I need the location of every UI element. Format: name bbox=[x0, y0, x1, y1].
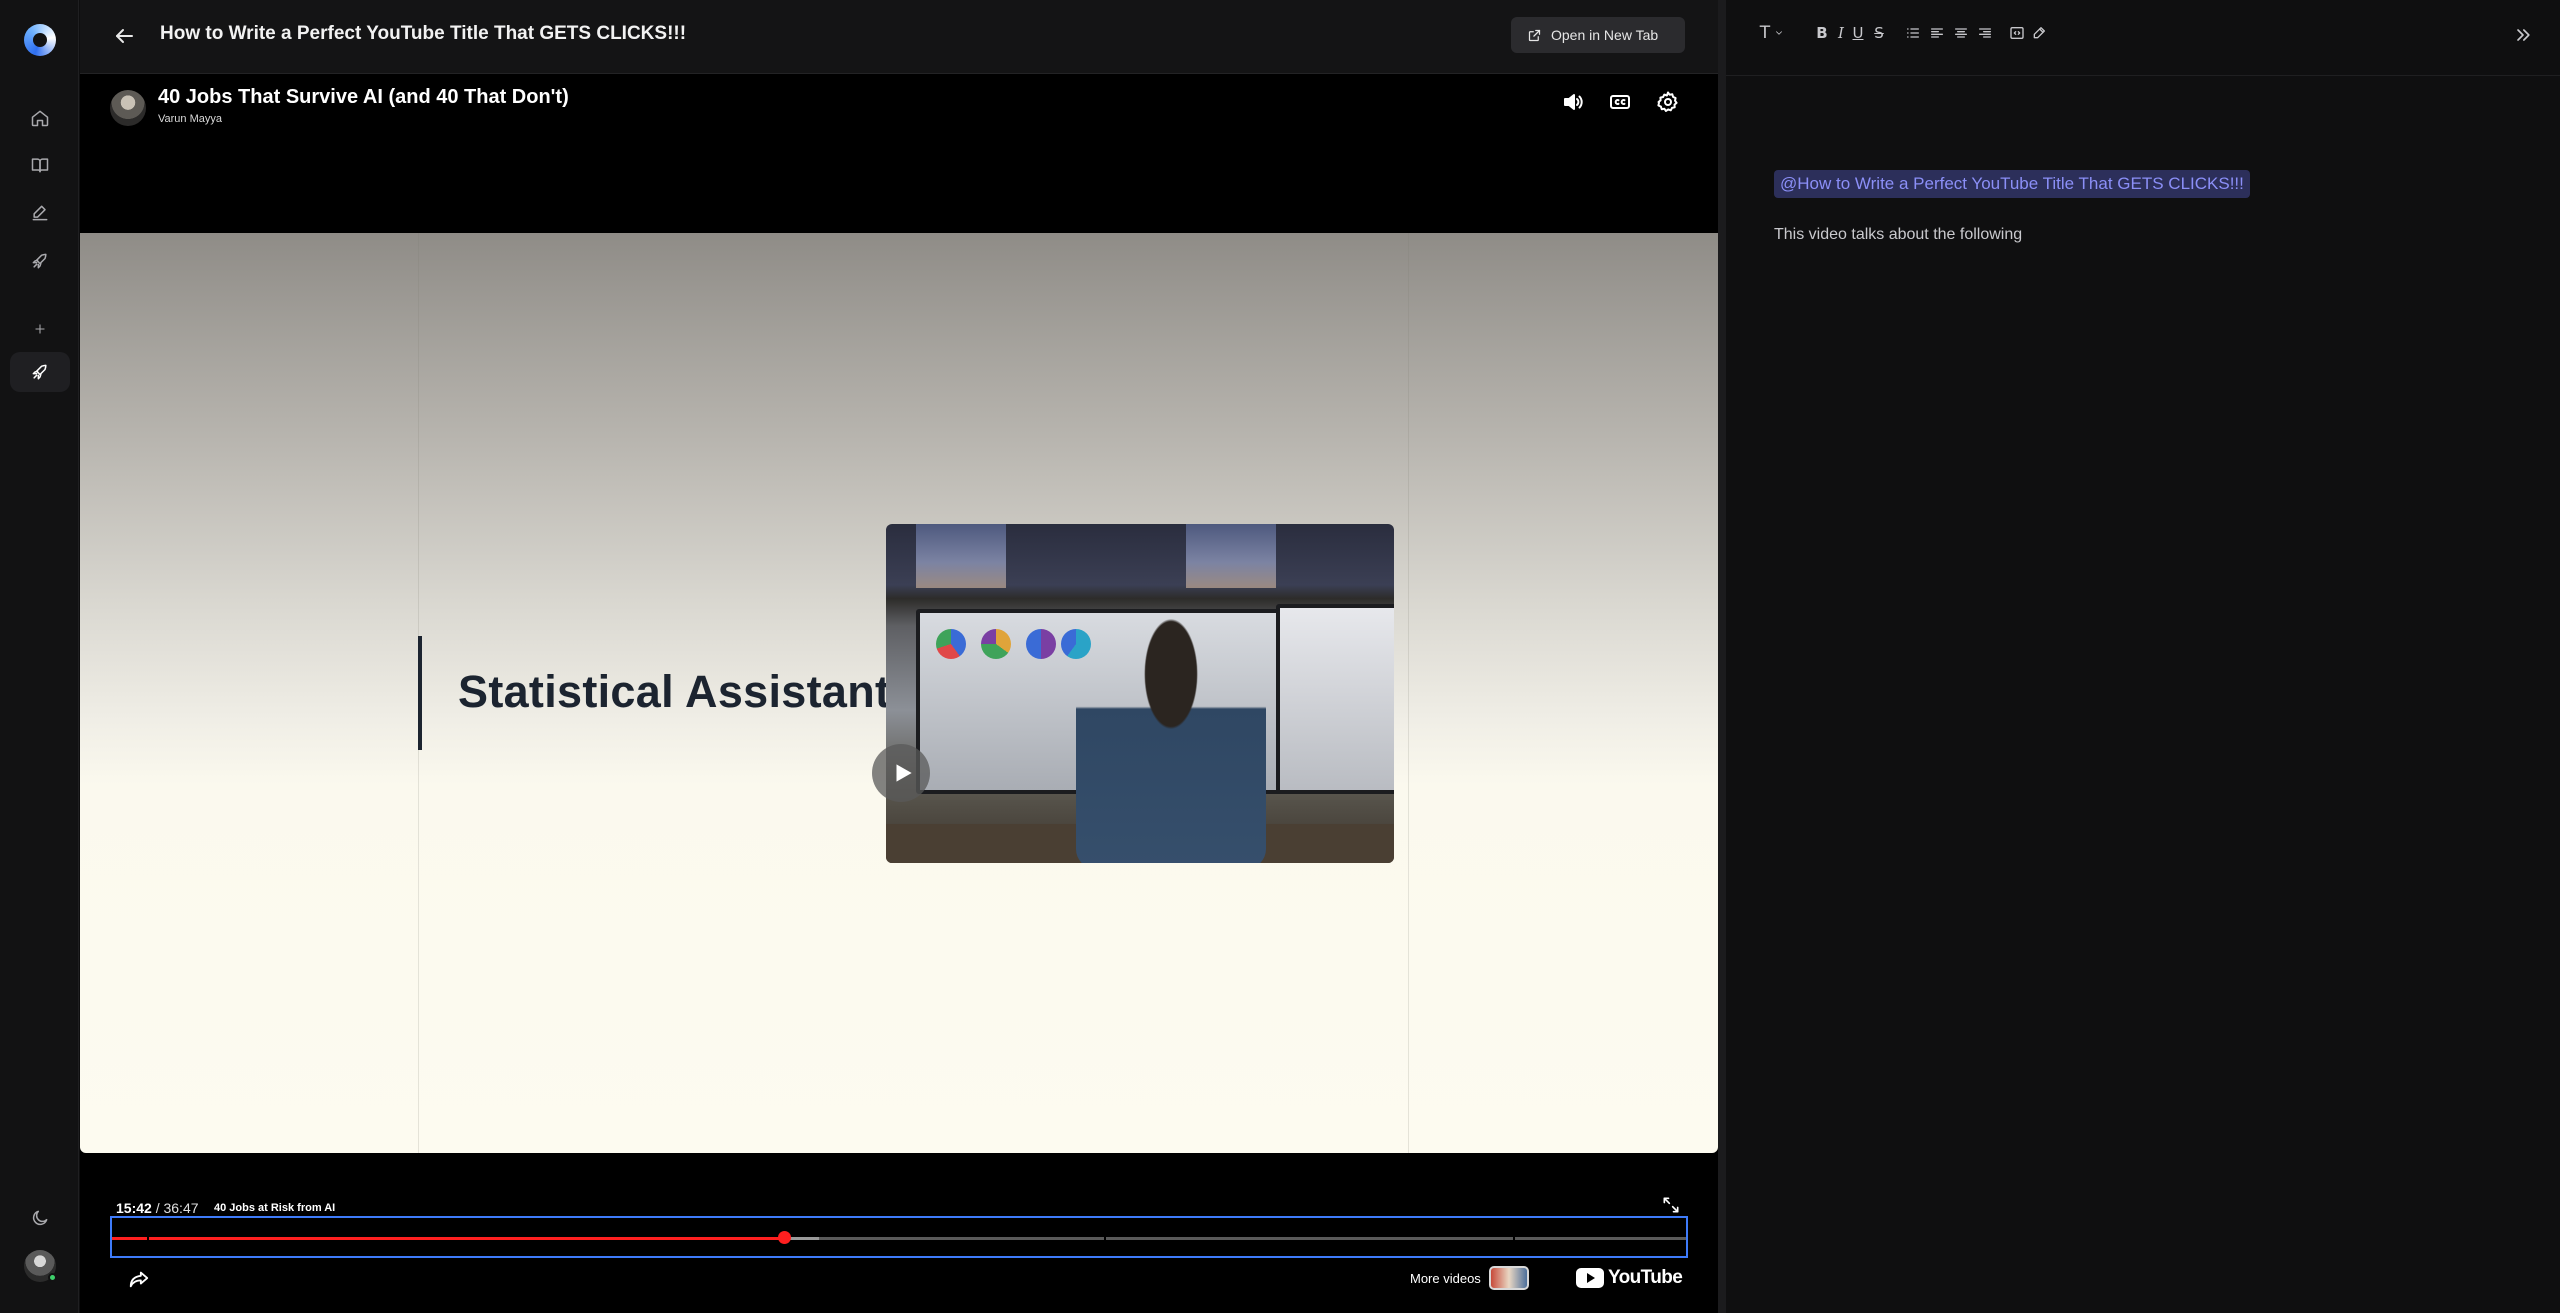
monitor-shape bbox=[1276, 604, 1394, 794]
video-panel: How to Write a Perfect YouTube Title Tha… bbox=[80, 0, 1718, 1313]
italic-icon[interactable]: I bbox=[1834, 20, 1848, 46]
strikethrough-icon[interactable]: S bbox=[1871, 20, 1887, 46]
rocket-outline-icon[interactable] bbox=[20, 241, 60, 281]
play-button[interactable] bbox=[872, 744, 930, 802]
home-icon[interactable] bbox=[20, 98, 60, 138]
current-time: 15:42 bbox=[116, 1200, 152, 1216]
page-title: How to Write a Perfect YouTube Title Tha… bbox=[160, 23, 687, 44]
chapter-marker bbox=[146, 1237, 149, 1240]
notes-editor: T B I U S @How to Write a Perfect YouTub… bbox=[1726, 0, 2560, 1313]
plus-icon[interactable] bbox=[20, 309, 60, 349]
pie-chart-shape bbox=[1061, 629, 1091, 659]
align-left-icon[interactable] bbox=[1928, 20, 1946, 46]
progress-track[interactable] bbox=[112, 1237, 1686, 1240]
video-player[interactable]: 40 Jobs That Survive AI (and 40 That Don… bbox=[80, 74, 1718, 1313]
time-display: 15:42 / 36:47 bbox=[116, 1200, 199, 1216]
open-in-new-tab-label: Open in New Tab bbox=[1551, 27, 1659, 43]
external-link-icon bbox=[1528, 29, 1541, 41]
chapter-title[interactable]: 40 Jobs at Risk from AI bbox=[214, 1202, 335, 1214]
youtube-logo[interactable]: YouTube bbox=[1576, 1264, 1683, 1292]
back-arrow-icon[interactable] bbox=[108, 20, 140, 52]
chapter-marker bbox=[1512, 1237, 1515, 1240]
fullscreen-icon[interactable] bbox=[1658, 1192, 1684, 1218]
highlight-icon[interactable] bbox=[2030, 20, 2048, 46]
top-bar: How to Write a Perfect YouTube Title Tha… bbox=[80, 0, 1718, 74]
book-icon[interactable] bbox=[20, 145, 60, 185]
video-mention-chip[interactable]: @How to Write a Perfect YouTube Title Th… bbox=[1774, 170, 2250, 198]
more-videos-label: More videos bbox=[1410, 1270, 1481, 1286]
window-shape bbox=[916, 524, 1006, 588]
bold-icon[interactable]: B bbox=[1814, 20, 1830, 46]
frame-heading: Statistical Assistants bbox=[458, 666, 916, 717]
window-shape bbox=[1186, 524, 1276, 588]
editor-toolbar: T B I U S bbox=[1726, 0, 2560, 76]
channel-name[interactable]: Varun Mayya bbox=[158, 113, 222, 125]
text-style-icon: T bbox=[1759, 23, 1771, 43]
list-icon[interactable] bbox=[1904, 20, 1922, 46]
panel-resize-handle[interactable] bbox=[1718, 0, 1726, 1313]
pie-chart-shape bbox=[936, 629, 966, 659]
volume-icon[interactable] bbox=[1555, 84, 1591, 120]
user-avatar[interactable] bbox=[24, 1250, 57, 1282]
more-videos-thumbnail-icon bbox=[1488, 1266, 1529, 1290]
text-style-dropdown[interactable]: T bbox=[1754, 20, 1790, 46]
underline-icon[interactable]: U bbox=[1850, 20, 1866, 46]
open-in-new-tab-button[interactable]: Open in New Tab bbox=[1511, 17, 1685, 53]
frame-illustration bbox=[886, 524, 1394, 863]
play-icon bbox=[896, 764, 912, 782]
pie-chart-shape bbox=[1026, 629, 1056, 659]
note-body-text[interactable]: This video talks about the following bbox=[1774, 226, 2022, 244]
person-shape bbox=[1076, 619, 1266, 863]
align-right-icon[interactable] bbox=[1976, 20, 1994, 46]
edit-icon[interactable] bbox=[20, 193, 60, 233]
left-rail bbox=[0, 0, 79, 1313]
app-logo-icon[interactable] bbox=[24, 24, 56, 56]
online-status-dot bbox=[48, 1273, 57, 1282]
channel-avatar[interactable] bbox=[110, 90, 146, 126]
rocket-icon[interactable] bbox=[10, 352, 70, 392]
more-videos-button[interactable]: More videos bbox=[1410, 1265, 1529, 1291]
pie-chart-shape bbox=[981, 629, 1011, 659]
code-block-icon[interactable] bbox=[2008, 20, 2026, 46]
moon-icon[interactable] bbox=[20, 1198, 60, 1238]
chevron-down-icon bbox=[1776, 31, 1783, 35]
video-frame[interactable]: Statistical Assistants bbox=[80, 233, 1718, 1153]
frame-guide-line bbox=[1408, 233, 1409, 1153]
settings-gear-icon[interactable] bbox=[1650, 84, 1686, 120]
video-title[interactable]: 40 Jobs That Survive AI (and 40 That Don… bbox=[158, 86, 569, 109]
chapter-marker bbox=[1103, 1237, 1106, 1240]
collapse-panel-icon[interactable] bbox=[2510, 22, 2536, 48]
time-separator: / bbox=[151, 1200, 164, 1216]
progress-scrubber[interactable] bbox=[778, 1231, 792, 1244]
progress-played bbox=[112, 1237, 785, 1240]
youtube-play-icon bbox=[1576, 1268, 1604, 1288]
youtube-wordmark: YouTube bbox=[1608, 1267, 1683, 1288]
progress-bar[interactable] bbox=[110, 1216, 1688, 1258]
share-icon[interactable] bbox=[124, 1264, 154, 1294]
duration: 36:47 bbox=[163, 1200, 199, 1216]
align-center-icon[interactable] bbox=[1952, 20, 1970, 46]
frame-accent-bar bbox=[418, 636, 422, 750]
closed-captions-icon[interactable] bbox=[1602, 84, 1638, 120]
